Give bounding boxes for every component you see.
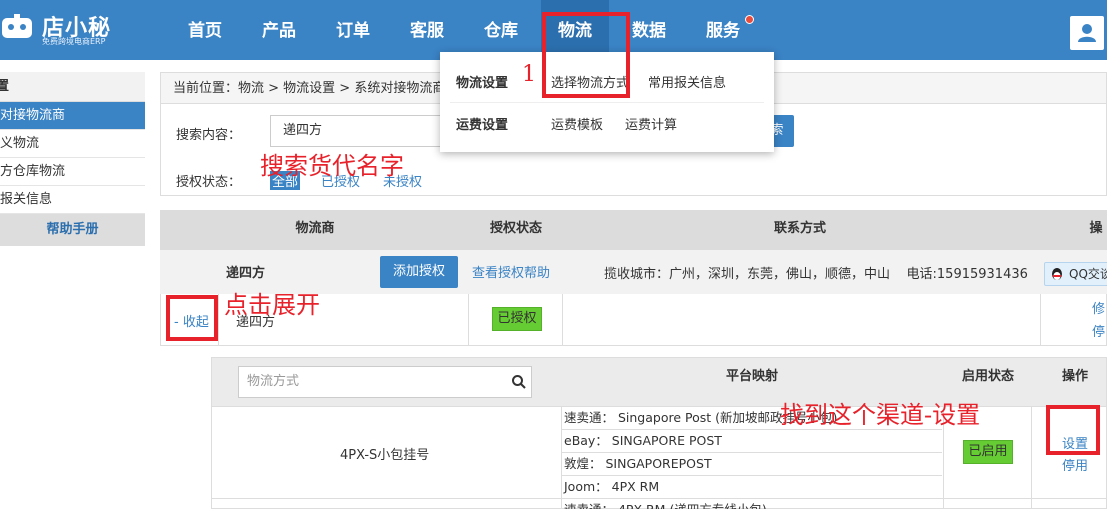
annotation-step-1: 1 [522,62,536,87]
dropdown-section-logistics-settings: 物流设置 [456,76,509,91]
col-enabled-status: 启用状态 [961,369,1014,384]
annotation-box-logistics [542,12,630,98]
notification-dot [745,15,754,24]
nav-services[interactable]: 服务 [688,0,758,60]
stop-link[interactable]: 停 [1092,321,1105,340]
nav-orders[interactable]: 订单 [318,0,388,60]
view-auth-help-link[interactable]: 查看授权帮助 [472,262,550,281]
qq-chat-label: QQ交谈 [1069,267,1107,281]
auth-status-label: 授权状态： [176,175,242,190]
nav-home[interactable]: 首页 [170,0,240,60]
sidebar-item-system-carriers[interactable]: 对接物流商 [0,102,145,130]
sidebar-item-customs-info[interactable]: 报关信息 [0,186,145,214]
dropdown-customs-info[interactable]: 常用报关信息 [648,72,726,91]
sidebar-item-warehouse-logistics[interactable]: 方仓库物流 [0,158,145,186]
dropdown-divider [450,102,764,103]
user-menu-button[interactable] [1070,16,1104,50]
sidebar-item-custom-logistics[interactable]: 义物流 [0,130,145,158]
logo[interactable]: 店小秘 免费跨境电商ERP [0,8,140,48]
col-contact: 联系方式 [773,221,826,236]
col-channel-actions: 操作 [1061,369,1088,384]
row-divider [1040,294,1041,346]
dropdown-freight-calc[interactable]: 运费计算 [625,114,677,133]
annotation-box-collapse [166,295,218,341]
nav-products[interactable]: 产品 [244,0,314,60]
channel-name: 4PX-S小包挂号 [340,448,430,463]
disable-link[interactable]: 停用 [1062,455,1088,474]
mapping-joom: Joom： 4PX RM [562,476,942,499]
row-divider [468,294,469,346]
mapping-dhgate: 敦煌： SINGAPOREPOST [562,453,942,476]
sidebar-header: 置 [0,72,145,102]
contact-info: 揽收城市：广州，深圳，东莞，佛山，顺德，中山 电话:15915931436 [604,267,1028,282]
col-platform-mapping: 平台映射 [725,369,778,384]
annotation-click-expand: 点击展开 [224,291,320,319]
col-auth-status: 授权状态 [489,221,542,236]
edit-link[interactable]: 修 [1092,298,1105,317]
annotation-find-channel: 找到这个渠道-设置 [780,401,981,429]
col-actions: 操 [1089,221,1103,236]
carrier-table-header: 物流商 授权状态 联系方式 操 [160,210,1107,250]
help-manual-link[interactable]: 帮助手册 [0,214,145,246]
search-label: 搜索内容： [176,128,242,143]
logo-subtitle: 免费跨境电商ERP [42,37,106,46]
sidebar: 置 对接物流商 义物流 方仓库物流 报关信息 帮助手册 [0,72,145,246]
authorized-badge: 已授权 [492,307,542,331]
channel-search-input[interactable]: 物流方式 [238,366,532,398]
mapping-ebay: eBay： SINGAPORE POST [562,430,942,453]
user-icon [1078,24,1096,42]
col-divider [1031,407,1032,509]
row-divider [218,294,219,346]
row-divider [562,294,563,346]
nav-warehouse[interactable]: 仓库 [466,0,536,60]
qq-chat-button[interactable]: QQ交谈 [1044,262,1107,286]
search-icon[interactable] [511,374,527,390]
dropdown-section-freight-settings: 运费设置 [456,118,509,133]
annotation-box-setup [1046,405,1100,455]
dropdown-freight-template[interactable]: 运费模板 [551,114,603,133]
col-carrier: 物流商 [295,221,335,236]
mapping-aliexpress-2: 速卖通： 4PX RM (递四方专线小包) [562,499,942,509]
nav-customer-service[interactable]: 客服 [392,0,462,60]
enabled-badge: 已启用 [963,440,1013,464]
robot-logo-icon [2,14,32,38]
qq-penguin-icon [1052,268,1062,280]
annotation-search-name: 搜索货代名字 [260,152,404,180]
add-auth-button[interactable]: 添加授权 [380,256,458,288]
carrier-name: 递四方 [226,266,266,281]
